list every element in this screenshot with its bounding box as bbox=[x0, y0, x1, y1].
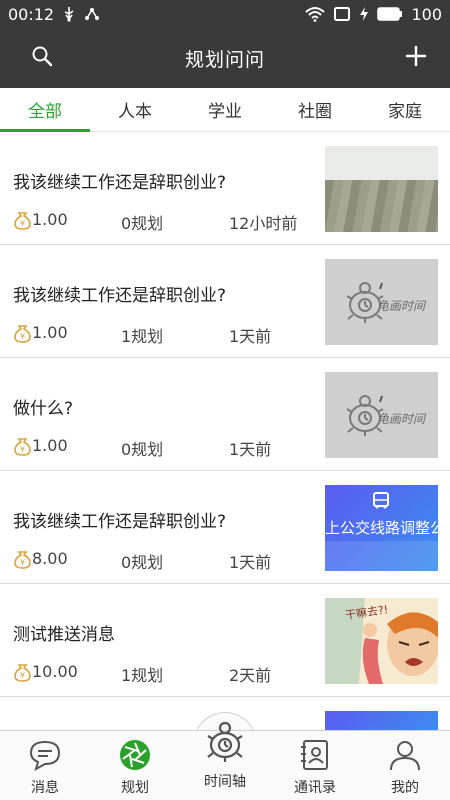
reward-price: 1.00 bbox=[32, 323, 68, 342]
list-item[interactable]: 我该继续工作还是辞职创业? ¥ 1.00 1规划 1天前 龟画时间 bbox=[0, 245, 450, 358]
list-item[interactable]: 我该继续工作还是辞职创业? ¥ 1.00 0规划 12小时前 bbox=[0, 132, 450, 245]
app-bar: 规划问问 bbox=[0, 28, 450, 88]
tab-social[interactable]: 社圈 bbox=[270, 88, 360, 131]
tab-label: 消息 bbox=[31, 780, 59, 796]
tab-label: 通讯录 bbox=[294, 780, 336, 796]
question-title: 测试推送消息 bbox=[13, 625, 115, 645]
coin-bag-icon: ¥ bbox=[13, 550, 32, 569]
status-bar: 00:12 100 bbox=[0, 0, 450, 28]
coin-bag-icon: ¥ bbox=[13, 324, 32, 343]
reward-price: 8.00 bbox=[32, 549, 68, 568]
coin-bag-icon: ¥ bbox=[13, 663, 32, 682]
tab-renben[interactable]: 人本 bbox=[90, 88, 180, 131]
reward-price: 10.00 bbox=[32, 662, 78, 681]
tab-contacts[interactable]: 通讯录 bbox=[270, 731, 360, 800]
plan-count: 0规划 bbox=[121, 440, 164, 459]
tab-messages[interactable]: 消息 bbox=[0, 731, 90, 800]
sim-card-icon bbox=[333, 6, 351, 22]
svg-text:¥: ¥ bbox=[20, 671, 25, 680]
thumbnail-placeholder: 龟画时间 bbox=[325, 259, 438, 345]
list-item[interactable]: 测试推送消息 ¥ 10.00 1规划 2天前 干嘛去?! bbox=[0, 584, 450, 697]
page-title: 规划问问 bbox=[184, 48, 265, 71]
search-button[interactable] bbox=[28, 44, 56, 72]
plan-count: 1规划 bbox=[121, 327, 164, 346]
charging-icon bbox=[359, 6, 369, 22]
category-tabs: 全部 人本 学业 社圈 家庭 bbox=[0, 88, 450, 132]
add-button[interactable] bbox=[400, 42, 432, 74]
placeholder-brand: 龟画时间 bbox=[377, 299, 426, 313]
tab-study[interactable]: 学业 bbox=[180, 88, 270, 131]
plan-aperture-icon bbox=[117, 737, 153, 773]
post-time: 1天前 bbox=[229, 440, 272, 459]
search-icon bbox=[31, 45, 53, 71]
tab-timeline[interactable]: 时间轴 bbox=[180, 713, 270, 790]
tab-label: 时间轴 bbox=[204, 774, 246, 790]
thumbnail-room-photo bbox=[325, 146, 438, 232]
share-icon bbox=[84, 6, 100, 22]
banner-text: 上公交线路调整公 bbox=[325, 519, 438, 537]
post-time: 1天前 bbox=[229, 553, 272, 572]
plan-count: 0规划 bbox=[121, 214, 164, 233]
status-time: 00:12 bbox=[8, 4, 55, 24]
profile-icon bbox=[387, 737, 423, 773]
reward-price: 1.00 bbox=[32, 436, 68, 455]
plan-count: 0规划 bbox=[121, 553, 164, 572]
reward-price: 1.00 bbox=[32, 210, 68, 229]
post-time: 1天前 bbox=[229, 327, 272, 346]
svg-text:¥: ¥ bbox=[20, 558, 25, 567]
question-list: 我该继续工作还是辞职创业? ¥ 1.00 0规划 12小时前 我该继续工作还是辞… bbox=[0, 132, 450, 730]
tab-all[interactable]: 全部 bbox=[0, 88, 90, 132]
list-item[interactable]: 我该继续工作还是辞职创业? ¥ 8.00 0规划 1天前 上公交线路调整公 bbox=[0, 471, 450, 584]
coin-bag-icon: ¥ bbox=[13, 211, 32, 230]
usb-icon bbox=[62, 6, 76, 22]
thumbnail-comic: 干嘛去?! bbox=[325, 598, 438, 684]
contacts-icon bbox=[297, 737, 333, 773]
post-time: 12小时前 bbox=[229, 214, 298, 233]
battery-icon bbox=[377, 7, 403, 21]
tab-label: 规划 bbox=[121, 780, 149, 796]
question-title: 我该继续工作还是辞职创业? bbox=[13, 512, 227, 532]
list-item[interactable]: 做什么? ¥ 1.00 0规划 1天前 龟画时间 bbox=[0, 358, 450, 471]
tab-plan[interactable]: 规划 bbox=[90, 731, 180, 800]
thumbnail-bus-banner: 上公交线路调整公 bbox=[325, 485, 438, 571]
post-time: 2天前 bbox=[229, 666, 272, 685]
plan-count: 1规划 bbox=[121, 666, 164, 685]
bus-icon bbox=[373, 492, 389, 509]
question-title: 我该继续工作还是辞职创业? bbox=[13, 173, 227, 193]
svg-text:¥: ¥ bbox=[20, 445, 25, 454]
thumbnail-placeholder: 龟画时间 bbox=[325, 372, 438, 458]
question-title: 我该继续工作还是辞职创业? bbox=[13, 286, 227, 306]
question-title: 做什么? bbox=[13, 399, 74, 419]
svg-text:¥: ¥ bbox=[20, 332, 25, 341]
tab-me[interactable]: 我的 bbox=[360, 731, 450, 800]
tab-label: 我的 bbox=[391, 780, 419, 796]
placeholder-brand: 龟画时间 bbox=[377, 412, 426, 426]
thumbnail-partial bbox=[325, 711, 438, 730]
coin-bag-icon: ¥ bbox=[13, 437, 32, 456]
bottom-tab-bar: 消息 规划 时间轴 通讯录 我的 bbox=[0, 721, 450, 800]
svg-text:¥: ¥ bbox=[20, 219, 25, 228]
tab-family[interactable]: 家庭 bbox=[360, 88, 450, 131]
turtle-clock-icon bbox=[197, 713, 253, 769]
plus-icon bbox=[404, 44, 428, 72]
wifi-icon bbox=[305, 6, 326, 22]
message-icon bbox=[27, 737, 63, 773]
battery-level: 100 bbox=[411, 4, 442, 24]
